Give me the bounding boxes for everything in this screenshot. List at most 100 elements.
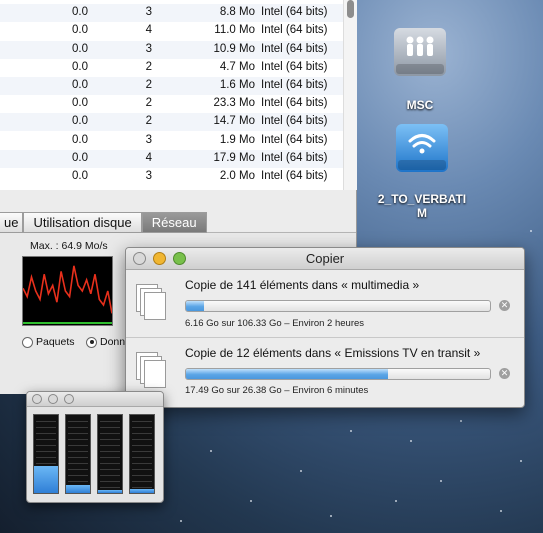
cell-mem: 4.7 Mo [219,60,255,73]
network-graph-line [22,265,113,314]
cell-cpu: 0.0 [72,151,88,164]
documents-icon [136,284,166,320]
cell-kind: Intel (64 bits) [261,79,328,91]
cancel-copy-icon[interactable]: ✕ [499,300,510,311]
table-row[interactable]: 0.0 4 11.0 Mo Intel (64 bits) [0,22,343,40]
network-drive-icon [394,28,446,76]
cancel-copy-icon[interactable]: ✕ [499,368,510,379]
cpu-meter-window [26,391,164,503]
desktop-icon-msc-label: MSC [406,98,434,112]
cell-threads: 3 [145,133,152,146]
network-max-label: Max. : 64.9 Mo/s [30,240,108,252]
copy-window: Copier Copie de 141 éléments dans « mult… [125,247,525,408]
people-symbol [406,36,434,56]
table-row[interactable]: 0.0 3 2.0 Mo Intel (64 bits) [0,168,343,186]
minimize-icon[interactable] [48,394,58,404]
desktop-icon-verbatim-label: 2_TO_VERBATIM [377,192,467,220]
cpu-core-fill [34,465,58,493]
cell-cpu: 0.0 [72,60,88,73]
table-row[interactable]: 0.0 2 4.7 Mo Intel (64 bits) [0,59,343,77]
close-icon[interactable] [32,394,42,404]
cell-cpu: 0.0 [72,97,88,110]
cell-cpu: 0.0 [72,24,88,37]
cpu-core-bar [129,414,155,494]
zoom-icon[interactable] [64,394,74,404]
cell-kind: Intel (64 bits) [261,170,328,182]
cell-threads: 2 [145,115,152,128]
cell-threads: 4 [145,151,152,164]
radio-packets-circle[interactable] [22,336,33,348]
desktop-icon-msc[interactable]: MSC [390,28,450,112]
table-row[interactable]: 0.0 2 23.3 Mo Intel (64 bits) [0,95,343,113]
table-row[interactable]: 0.0 2 1.6 Mo Intel (64 bits) [0,77,343,95]
table-row[interactable]: 0.0 2 14.7 Mo Intel (64 bits) [0,113,343,132]
cell-cpu: 0.0 [72,6,88,19]
cell-threads: 3 [145,6,152,19]
copy-job-title: Copie de 141 éléments dans « multimedia … [185,278,420,292]
cell-kind: Intel (64 bits) [261,6,328,19]
cell-threads: 2 [145,60,152,73]
radio-data-circle[interactable] [86,336,97,348]
tab-memory[interactable]: ue [0,212,24,233]
cell-mem: 11.0 Mo [214,24,255,37]
cell-kind: Intel (64 bits) [261,97,328,110]
process-list-scrollbar[interactable] [343,0,357,190]
documents-icon [136,352,166,388]
tab-network[interactable]: Réseau [141,212,207,233]
network-graph [22,256,113,326]
cell-mem: 10.9 Mo [213,42,255,55]
cpu-core-fill [98,489,122,493]
cell-mem: 14.7 Mo [213,115,255,128]
cell-mem: 23.3 Mo [213,97,255,110]
copy-job-1: Copie de 141 éléments dans « multimedia … [126,270,524,336]
process-list[interactable]: 0.034.0 MoIntel (64 bits)0.038.8 MoIntel… [0,0,343,190]
monitor-tabs: ue Utilisation disque Réseau [0,212,207,233]
copy-job-info: 17.49 Go sur 26.38 Go – Environ 6 minute… [185,385,369,396]
cell-mem: 1.9 Mo [219,133,255,146]
cell-cpu: 0.0 [72,133,88,146]
cpu-core-bar [97,414,123,494]
cell-kind: Intel (64 bits) [261,115,328,128]
cell-threads: 3 [145,170,152,182]
cell-cpu: 0.0 [72,115,88,128]
copy-window-title: Copier [305,251,345,266]
cell-kind: Intel (64 bits) [261,133,328,146]
table-row[interactable]: 0.0 4 17.9 Mo Intel (64 bits) [0,149,343,168]
table-row[interactable]: 0.0 3 1.9 Mo Intel (64 bits) [0,132,343,150]
wifi-symbol [408,134,436,154]
cell-threads: 2 [145,79,152,91]
table-row[interactable]: 0.0 3 8.8 Mo Intel (64 bits) [0,4,343,23]
cpu-core-bar [33,414,59,494]
cell-kind: Intel (64 bits) [261,42,328,55]
copy-window-titlebar[interactable]: Copier [126,248,524,270]
table-row[interactable]: 0.0 3 10.9 Mo Intel (64 bits) [0,40,343,59]
copy-job-title: Copie de 12 éléments dans « Emissions TV… [185,346,481,360]
cell-cpu: 0.0 [72,42,88,55]
cell-cpu: 0.0 [72,79,88,91]
radio-packets-label: Paquets [36,336,75,348]
cell-cpu: 0.0 [72,170,88,182]
wifi-drive-icon [396,124,448,172]
cell-threads: 2 [145,97,152,110]
cell-mem: 2.0 Mo [219,170,255,182]
radio-packets[interactable]: Paquets [22,336,75,348]
copy-progress-fill [186,369,388,379]
desktop-icon-verbatim[interactable]: 2_TO_VERBATIM [376,124,468,220]
cell-kind: Intel (64 bits) [261,60,328,73]
copy-job-info: 6.16 Go sur 106.33 Go – Environ 2 heures [185,318,365,329]
cpu-core-fill [130,489,154,493]
cell-threads: 3 [145,42,152,55]
cpu-meter-titlebar[interactable] [27,392,163,407]
copy-job-2: Copie de 12 éléments dans « Emissions TV… [126,337,524,404]
copy-progress-bar [185,368,491,380]
network-graph-svg [22,265,113,324]
scroll-thumb[interactable] [347,0,354,18]
cell-threads: 4 [145,24,152,37]
cell-mem: 17.9 Mo [213,151,255,164]
cell-kind: Intel (64 bits) [261,24,328,37]
tab-disk-usage[interactable]: Utilisation disque [23,212,142,233]
cell-mem: 8.8 Mo [219,6,255,19]
cpu-core-bar [65,414,91,494]
cpu-core-fill [66,485,90,493]
cell-mem: 1.6 Mo [219,79,255,91]
